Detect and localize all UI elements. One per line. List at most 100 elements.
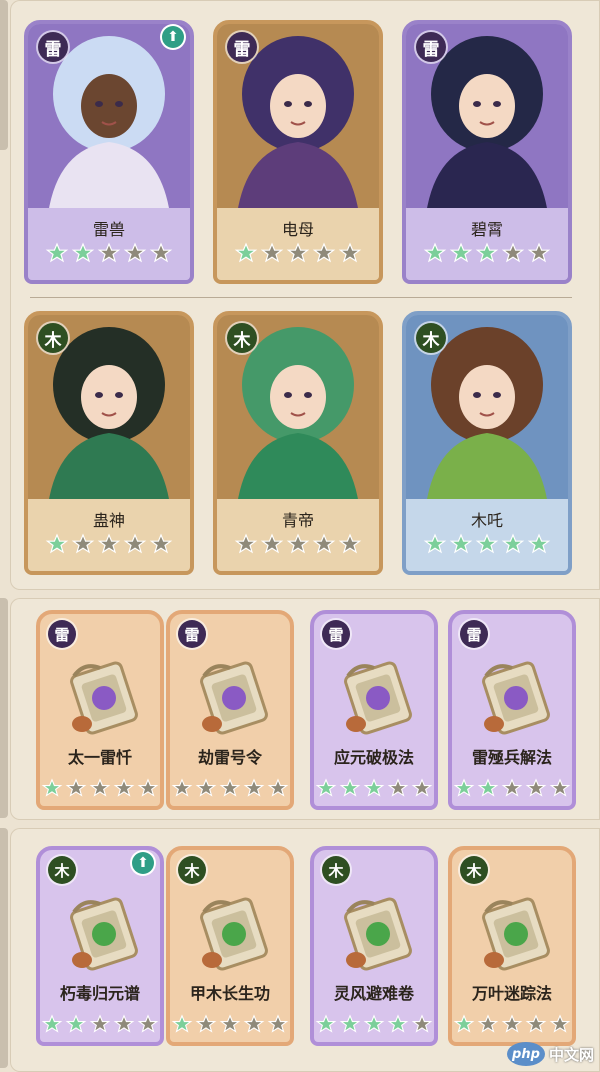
element-badge: 木	[460, 856, 488, 884]
star-rating	[314, 1014, 434, 1036]
scroll-edge	[0, 828, 8, 1068]
star-rating	[217, 533, 379, 557]
skill-card[interactable]: 灵风避难卷 木	[310, 846, 438, 1046]
star-lit-icon	[234, 242, 258, 263]
star-dim-icon	[89, 1014, 111, 1033]
star-dim-icon	[113, 778, 135, 797]
element-badge: 雷	[416, 32, 446, 62]
star-dim-icon	[113, 1014, 135, 1033]
star-lit-icon	[71, 242, 95, 263]
star-dim-icon	[501, 242, 525, 263]
skill-name: 朽毒归元谱	[59, 984, 140, 1003]
star-dim-icon	[411, 1014, 433, 1033]
star-dim-icon	[338, 533, 362, 554]
star-dim-icon	[527, 242, 551, 263]
skill-name: 甲木长生功	[189, 984, 270, 1003]
star-lit-icon	[453, 778, 475, 797]
skill-name: 劫雷号令	[197, 748, 262, 767]
star-rating	[28, 533, 190, 557]
skill-scroll-icon	[482, 897, 550, 971]
star-dim-icon	[260, 533, 284, 554]
skill-scroll-icon	[482, 661, 550, 735]
star-dim-icon	[137, 778, 159, 797]
skill-name: 应元破极法	[333, 748, 414, 767]
skill-name: 雷殛兵解法	[471, 748, 552, 767]
star-lit-icon	[527, 533, 551, 554]
star-lit-icon	[449, 533, 473, 554]
star-lit-icon	[41, 778, 63, 797]
element-badge: 雷	[48, 620, 76, 648]
star-lit-icon	[339, 778, 361, 797]
star-dim-icon	[149, 242, 173, 263]
hero-card[interactable]: 碧霄 雷	[402, 20, 572, 284]
element-badge: 雷	[460, 620, 488, 648]
star-dim-icon	[71, 533, 95, 554]
skill-card[interactable]: 雷殛兵解法 雷	[448, 610, 576, 810]
hero-card[interactable]: 青帝 木	[213, 311, 383, 575]
skill-card[interactable]: 太一雷忏 雷	[36, 610, 164, 810]
star-lit-icon	[387, 1014, 409, 1033]
star-dim-icon	[89, 778, 111, 797]
star-dim-icon	[195, 778, 217, 797]
star-dim-icon	[286, 533, 310, 554]
hero-name: 青帝	[281, 511, 314, 530]
star-rating	[406, 242, 568, 266]
star-dim-icon	[97, 242, 121, 263]
star-lit-icon	[363, 1014, 385, 1033]
star-rating	[314, 778, 434, 800]
element-badge: 雷	[178, 620, 206, 648]
hero-card[interactable]: 电母 雷	[213, 20, 383, 284]
star-dim-icon	[243, 1014, 265, 1033]
arrow-up-icon[interactable]: ⬆	[162, 26, 184, 48]
star-rating	[217, 242, 379, 266]
star-dim-icon	[243, 778, 265, 797]
hero-name: 电母	[281, 220, 314, 239]
star-dim-icon	[123, 242, 147, 263]
star-lit-icon	[65, 1014, 87, 1033]
skill-card[interactable]: 甲木长生功 木	[166, 846, 294, 1046]
scroll-edge	[0, 598, 8, 818]
star-lit-icon	[475, 533, 499, 554]
star-dim-icon	[234, 533, 258, 554]
star-lit-icon	[315, 778, 337, 797]
hero-card[interactable]: 雷兽 雷 ⬆	[24, 20, 194, 284]
star-rating	[28, 242, 190, 266]
star-rating	[452, 1014, 572, 1036]
star-dim-icon	[411, 778, 433, 797]
collection-screen: 雷兽雷 ⬆ 电母雷碧霄雷蛊神木青帝木木吒木 太一雷忏雷劫雷号令雷应元破极法雷雷殛兵解…	[0, 0, 600, 1072]
star-dim-icon	[195, 1014, 217, 1033]
arrow-up-icon[interactable]: ⬆	[132, 852, 154, 874]
skill-card[interactable]: 劫雷号令 雷	[166, 610, 294, 810]
skill-card[interactable]: 应元破极法 雷	[310, 610, 438, 810]
skill-scroll-icon	[344, 661, 412, 735]
star-dim-icon	[312, 242, 336, 263]
star-rating	[452, 778, 572, 800]
hero-card[interactable]: 木吒 木	[402, 311, 572, 575]
star-lit-icon	[45, 242, 69, 263]
scroll-edge	[0, 0, 8, 150]
watermark-logo: php	[506, 1042, 545, 1066]
star-dim-icon	[338, 242, 362, 263]
element-badge: 木	[227, 323, 257, 353]
star-rating	[406, 533, 568, 557]
star-rating	[40, 778, 160, 800]
skill-card[interactable]: 朽毒归元谱 木 ⬆	[36, 846, 164, 1046]
star-dim-icon	[501, 778, 523, 797]
star-lit-icon	[423, 242, 447, 263]
element-badge: 雷	[227, 32, 257, 62]
skill-card[interactable]: 万叶迷踪法 木	[448, 846, 576, 1046]
element-badge: 木	[38, 323, 68, 353]
star-lit-icon	[45, 533, 69, 554]
star-lit-icon	[339, 1014, 361, 1033]
star-lit-icon	[453, 1014, 475, 1033]
skill-scroll-icon	[200, 661, 268, 735]
hero-nameplate: 青帝	[217, 499, 379, 571]
hero-card[interactable]: 蛊神 木	[24, 311, 194, 575]
star-lit-icon	[449, 242, 473, 263]
star-dim-icon	[549, 1014, 571, 1033]
star-rating	[170, 1014, 290, 1036]
star-rating	[170, 778, 290, 800]
hero-name: 雷兽	[92, 220, 125, 239]
element-badge: 木	[178, 856, 206, 884]
element-badge: 雷	[322, 620, 350, 648]
